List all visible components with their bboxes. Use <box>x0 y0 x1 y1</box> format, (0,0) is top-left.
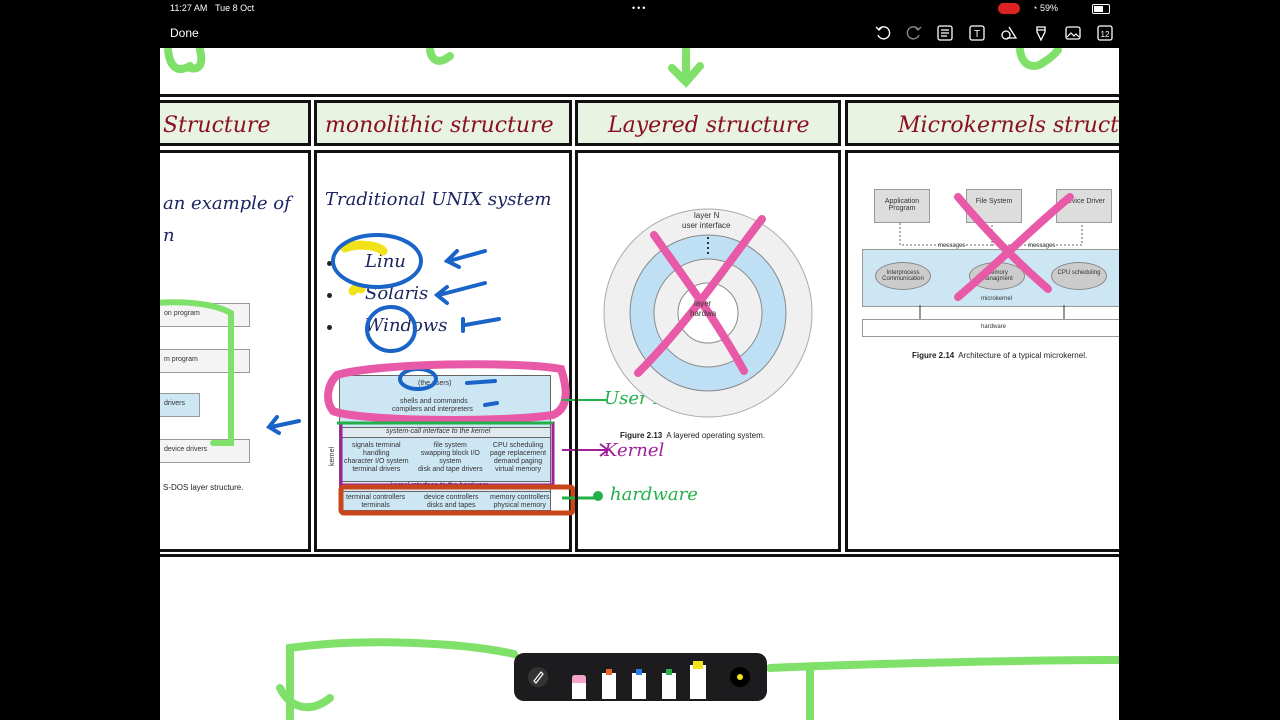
toolbar: Done T 12 <box>160 18 1120 48</box>
user-interface-label: user interface <box>682 221 731 230</box>
battery-percent: 59% <box>1040 3 1059 13</box>
pages-icon[interactable]: 12 <box>1096 24 1114 42</box>
eraser-tool-icon[interactable] <box>572 675 586 699</box>
slide-header-1: Structure <box>160 100 311 146</box>
highlighter-tool-icon[interactable] <box>690 661 706 699</box>
recording-indicator-icon[interactable] <box>998 3 1020 14</box>
blue-pen-icon[interactable] <box>632 669 646 699</box>
multitask-dots-icon[interactable]: ••• <box>632 3 647 13</box>
layer0-label: layer <box>694 299 712 308</box>
orange-pen-icon[interactable] <box>602 669 616 699</box>
slide-body-1: an example of n on program m program dri… <box>160 150 311 552</box>
slide1-text2: n <box>163 225 175 246</box>
slide-body-3: layer N user interface layer hardwa Figu… <box>575 150 841 552</box>
pen-tray <box>514 653 767 701</box>
wifi-icon: ◔ <box>1032 3 1038 13</box>
home-indicator <box>519 711 761 715</box>
figure-2-14-caption: Figure 2.14 Architecture of a typical mi… <box>912 351 1088 360</box>
slide1-text: an example of <box>163 193 291 214</box>
slide-header-4: Microkernels structu <box>845 100 1119 146</box>
status-bar: 11:27 AM Tue 8 Oct ••• ◔ 59% <box>160 0 1120 18</box>
microkernel-arrows-and-x <box>899 193 1083 319</box>
notes-icon[interactable] <box>936 24 954 42</box>
lasso-tool-icon[interactable] <box>528 667 548 687</box>
green-bracket-scribble <box>160 299 301 446</box>
date: Tue 8 Oct <box>215 3 255 13</box>
green-arrow-scribbles <box>164 48 1062 88</box>
slide-title-3: Layered structure <box>608 113 810 138</box>
undo-icon[interactable] <box>874 24 892 42</box>
slide-title-2: monolithic structure <box>325 113 554 138</box>
divider <box>160 554 1119 557</box>
hardware-label: hardwa <box>690 309 717 318</box>
text-tool-icon[interactable]: T <box>968 24 986 42</box>
battery-icon <box>1092 4 1110 14</box>
slide-header-2: monolithic structure <box>314 100 572 146</box>
svg-text:T: T <box>974 29 980 40</box>
svg-text:12: 12 <box>1101 30 1110 39</box>
clock: 11:27 AM <box>170 3 208 13</box>
slide-body-2: Traditional UNIX system Linu Solaris Win… <box>314 150 575 552</box>
handwritten-annotations <box>324 233 575 516</box>
redo-icon[interactable] <box>905 24 923 42</box>
layer-n-label: layer N <box>694 211 720 220</box>
figure-2-13-caption: Figure 2.13 A layered operating system. <box>620 431 765 440</box>
slide-title-1: Structure <box>163 113 271 138</box>
shapes-icon[interactable] <box>1000 24 1018 42</box>
color-picker-button[interactable] <box>730 667 750 687</box>
pen-icon[interactable] <box>1032 24 1050 42</box>
divider <box>160 94 1119 97</box>
slide-header-3: Layered structure <box>575 100 841 146</box>
slide-title-4: Microkernels structu <box>898 113 1119 138</box>
slide-body-4: Application Program File System Device D… <box>845 150 1119 552</box>
image-icon[interactable] <box>1064 24 1082 42</box>
note-canvas[interactable]: Structure an example of n on program m p… <box>160 48 1119 720</box>
green-pen-icon[interactable] <box>662 669 676 699</box>
done-button[interactable]: Done <box>170 26 199 40</box>
slide1-caption: S-DOS layer structure. <box>163 483 244 492</box>
